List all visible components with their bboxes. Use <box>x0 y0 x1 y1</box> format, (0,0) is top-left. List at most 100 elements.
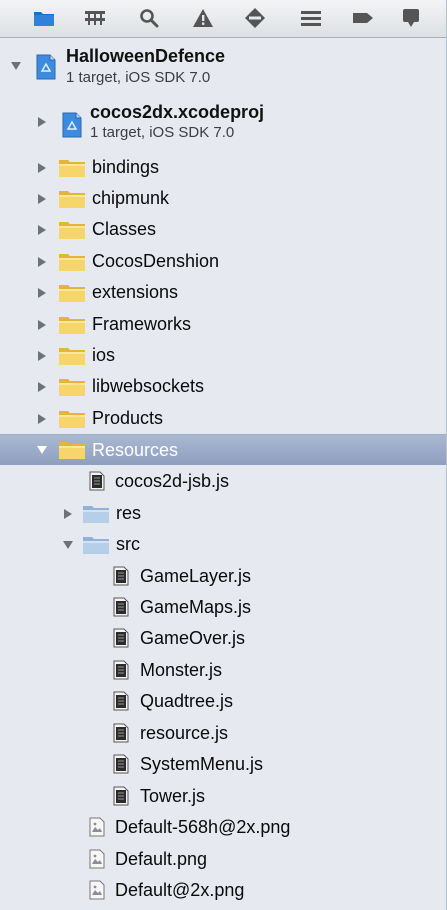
group-label: bindings <box>92 157 160 177</box>
js-file-icon <box>113 723 129 743</box>
group-label: libwebsockets <box>92 376 205 396</box>
tree-row-group-selected[interactable]: Resources <box>0 434 446 465</box>
symbol-hierarchy-icon <box>83 9 107 27</box>
yellow-folder-icon <box>58 315 86 335</box>
tree-row-group[interactable]: libwebsockets <box>0 371 446 402</box>
project-tree: HalloweenDefence 1 target, iOS SDK 7.0 c… <box>0 38 446 910</box>
yellow-folder-icon <box>58 440 86 460</box>
log-navigator-button[interactable] <box>396 4 426 32</box>
tree-row-group[interactable]: Classes <box>0 214 446 245</box>
tree-row-subproject[interactable]: cocos2dx.xcodeproj 1 target, iOS SDK 7.0 <box>0 100 446 152</box>
blue-folder-icon <box>82 504 110 524</box>
file-label: Quadtree.js <box>140 691 234 711</box>
tree-row-folder[interactable]: res <box>0 498 446 529</box>
group-label: Products <box>92 408 164 428</box>
yellow-folder-icon <box>58 158 86 178</box>
yellow-folder-icon <box>58 377 86 397</box>
image-file-icon <box>89 849 105 869</box>
tree-row-group[interactable]: CocosDenshion <box>0 246 446 277</box>
group-label: Frameworks <box>92 314 192 334</box>
file-label: Tower.js <box>140 786 206 806</box>
disclosure-triangle-collapsed-icon[interactable] <box>36 116 48 128</box>
tree-row-file[interactable]: GameLayer.js <box>0 561 446 592</box>
tree-row-project[interactable]: HalloweenDefence 1 target, iOS SDK 7.0 <box>0 42 446 94</box>
disclosure-triangle-collapsed-icon[interactable] <box>36 381 48 393</box>
disclosure-triangle-expanded-icon[interactable] <box>10 60 22 72</box>
js-file-icon <box>113 786 129 806</box>
tree-row-file[interactable]: GameOver.js <box>0 623 446 654</box>
tree-row-image[interactable]: Default-568h@2x.png <box>0 812 446 843</box>
log-bubble-icon <box>401 7 421 29</box>
file-label: Monster.js <box>140 660 223 680</box>
yellow-folder-icon <box>58 346 86 366</box>
tree-row-group[interactable]: ios <box>0 340 446 371</box>
tree-row-image[interactable]: Default.png <box>0 844 446 875</box>
tree-row-file[interactable]: Monster.js <box>0 655 446 686</box>
file-label: cocos2d-jsb.js <box>115 471 230 491</box>
subproject-subtitle: 1 target, iOS SDK 7.0 <box>90 124 235 141</box>
disclosure-triangle-expanded-icon[interactable] <box>36 444 48 456</box>
image-file-icon <box>89 880 105 900</box>
folder-label: src <box>116 534 140 554</box>
js-file-icon <box>89 471 105 491</box>
tree-row-file[interactable]: SystemMenu.js <box>0 749 446 780</box>
issue-navigator-button[interactable] <box>188 4 218 32</box>
breakpoint-tag-icon <box>351 10 375 26</box>
project-navigator-button[interactable] <box>29 4 59 32</box>
tree-row-group[interactable]: chipmunk <box>0 183 446 214</box>
js-file-icon <box>113 660 129 680</box>
yellow-folder-icon <box>58 252 86 272</box>
search-icon <box>139 8 159 28</box>
yellow-folder-icon <box>58 409 86 429</box>
group-label: chipmunk <box>92 188 170 208</box>
js-file-icon <box>113 691 129 711</box>
tree-row-group[interactable]: bindings <box>0 152 446 183</box>
disclosure-triangle-collapsed-icon[interactable] <box>36 350 48 362</box>
disclosure-triangle-expanded-icon[interactable] <box>62 539 74 551</box>
group-label: Resources <box>92 440 179 460</box>
disclosure-triangle-collapsed-icon[interactable] <box>36 287 48 299</box>
yellow-folder-icon <box>58 189 86 209</box>
group-label: CocosDenshion <box>92 251 220 271</box>
disclosure-triangle-collapsed-icon[interactable] <box>36 224 48 236</box>
breakpoint-navigator-button[interactable] <box>348 4 378 32</box>
file-label: Default-568h@2x.png <box>115 817 291 837</box>
project-subtitle: 1 target, iOS SDK 7.0 <box>66 69 211 86</box>
file-label: Default.png <box>115 849 208 869</box>
tree-row-group[interactable]: Frameworks <box>0 309 446 340</box>
group-label: Classes <box>92 219 157 239</box>
find-navigator-button[interactable] <box>134 4 164 32</box>
tree-row-folder[interactable]: src <box>0 529 446 560</box>
tree-row-group[interactable]: Products <box>0 403 446 434</box>
group-label: extensions <box>92 282 179 302</box>
symbol-navigator-button[interactable] <box>80 4 110 32</box>
tree-row-image[interactable]: Default@2x.png <box>0 875 446 906</box>
navigator-selector-bar <box>0 0 446 38</box>
tree-row-file[interactable]: resource.js <box>0 718 446 749</box>
tree-row-file[interactable]: Tower.js <box>0 781 446 812</box>
file-label: Default@2x.png <box>115 880 245 900</box>
debug-list-icon <box>299 9 323 27</box>
test-navigator-button[interactable] <box>240 4 270 32</box>
blue-folder-icon <box>82 535 110 555</box>
group-label: ios <box>92 345 116 365</box>
disclosure-triangle-collapsed-icon[interactable] <box>36 413 48 425</box>
yellow-folder-icon <box>58 283 86 303</box>
disclosure-triangle-collapsed-icon[interactable] <box>36 193 48 205</box>
disclosure-triangle-collapsed-icon[interactable] <box>62 508 74 520</box>
tree-row-group[interactable]: extensions <box>0 277 446 308</box>
disclosure-triangle-collapsed-icon[interactable] <box>36 256 48 268</box>
js-file-icon <box>113 566 129 586</box>
test-diamond-icon <box>244 7 266 29</box>
tree-row-file[interactable]: Quadtree.js <box>0 686 446 717</box>
disclosure-triangle-collapsed-icon[interactable] <box>36 319 48 331</box>
tree-row-file[interactable]: GameMaps.js <box>0 592 446 623</box>
xcode-project-navigator: HalloweenDefence 1 target, iOS SDK 7.0 c… <box>0 0 447 910</box>
image-file-icon <box>89 817 105 837</box>
project-name: HalloweenDefence <box>66 46 226 66</box>
tree-row-file[interactable]: cocos2d-jsb.js <box>0 466 446 497</box>
disclosure-triangle-collapsed-icon[interactable] <box>36 162 48 174</box>
yellow-folder-icon <box>58 220 86 240</box>
debug-navigator-button[interactable] <box>296 4 326 32</box>
js-file-icon <box>113 597 129 617</box>
